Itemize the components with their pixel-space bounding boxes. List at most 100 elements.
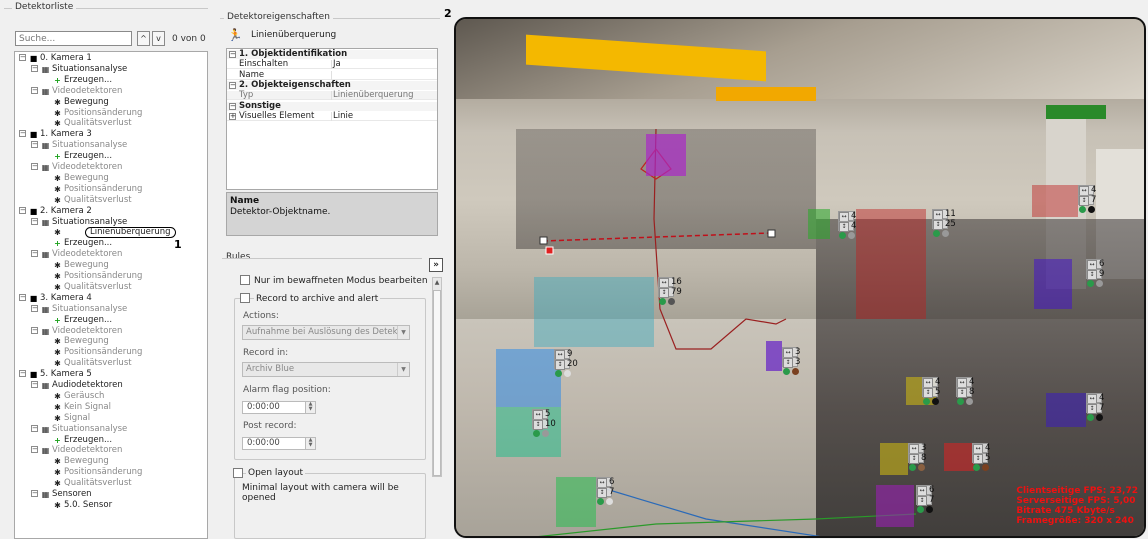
- collapse-toggle-icon[interactable]: −: [19, 370, 26, 378]
- tree-node[interactable]: − ▦ Videodetektoren: [15, 446, 205, 455]
- open-layout-checkbox[interactable]: [233, 468, 243, 478]
- tree-camera-node[interactable]: − ■ 1. Kamera 3: [15, 130, 205, 139]
- tree-node[interactable]: ✱ Kein Signal: [15, 402, 205, 412]
- alarm-flag-input[interactable]: 0:00:00 ▲ ▼: [242, 401, 316, 414]
- collapse-toggle-icon[interactable]: −: [19, 54, 26, 61]
- tree-node[interactable]: ✱ Qualitätsverlust: [15, 119, 205, 129]
- tree-node[interactable]: ✱ Bewegung: [15, 173, 205, 183]
- collapse-toggle-icon[interactable]: −: [31, 250, 38, 258]
- collapse-toggle-icon[interactable]: −: [19, 130, 26, 138]
- property-value[interactable]: Linie: [333, 111, 353, 121]
- spinner-icon[interactable]: ▲ ▼: [305, 438, 315, 449]
- camera-video-view[interactable]: ↔ 4 ↕ 7 ↔ 11 ↕ 25 ↔ 4 ↕ 4 ↔ 6 ↕ 9 ↔ 16 ↕ 79 ↔ 9 ↕ 20 ↔ 3 ↕ 3 ↔ 4 ↕ 5 ↔ 4 ↕…: [454, 17, 1146, 538]
- collapse-toggle-icon[interactable]: −: [19, 206, 26, 214]
- tree-node[interactable]: + Erzeugen...: [15, 152, 205, 162]
- tree-camera-node[interactable]: − ■ 5. Kamera 5: [15, 370, 205, 379]
- tree-node[interactable]: ✱ Positionsänderung: [15, 468, 205, 478]
- actions-select[interactable]: Aufnahme bei Auslösung des Detekt ▼: [242, 325, 410, 340]
- tree-node[interactable]: ✱ Qualitätsverlust: [15, 195, 205, 205]
- collapse-toggle-icon[interactable]: −: [31, 86, 38, 94]
- tree-node[interactable]: ✱ Positionsänderung: [15, 184, 205, 194]
- collapse-toggle-icon[interactable]: −: [31, 381, 38, 388]
- post-record-input[interactable]: 0:00:00 ▲ ▼: [242, 437, 316, 450]
- tree-node[interactable]: ✱ Positionsänderung: [15, 108, 205, 118]
- collapse-toggle-icon[interactable]: −: [31, 326, 38, 334]
- tree-node[interactable]: − ▦ Videodetektoren: [15, 86, 205, 96]
- scroll-thumb[interactable]: [433, 290, 441, 476]
- line-direction-marker[interactable]: [545, 246, 554, 255]
- line-handle[interactable]: [539, 236, 548, 245]
- next-result-button[interactable]: v: [152, 31, 165, 46]
- tree-node-label: Situationsanalyse: [52, 140, 128, 151]
- property-row[interactable]: Name: [227, 70, 437, 80]
- property-value[interactable]: Ja: [333, 60, 341, 69]
- tree-node[interactable]: − ▦ Situationsanalyse: [15, 217, 205, 227]
- tree-node[interactable]: ✱ Qualitätsverlust: [15, 359, 205, 369]
- collapse-toggle-icon[interactable]: −: [31, 64, 38, 72]
- tree-node[interactable]: ✱ Positionsänderung: [15, 272, 205, 282]
- tree-node[interactable]: + Erzeugen...: [15, 435, 205, 445]
- scroll-up-icon[interactable]: ▲: [433, 278, 441, 288]
- spinner-icon[interactable]: ▲ ▼: [305, 402, 315, 413]
- tree-node[interactable]: ✱ Positionsänderung: [15, 348, 205, 358]
- armed-mode-checkbox[interactable]: [240, 275, 250, 285]
- object-box: [1032, 185, 1078, 217]
- tree-camera-node[interactable]: − ■ 2. Kamera 2: [15, 206, 205, 216]
- property-grid[interactable]: −1. Objektidentifikation Einschalten Ja Nam…: [226, 48, 438, 190]
- prev-result-button[interactable]: ^: [137, 31, 150, 46]
- tree-node[interactable]: ✱ Geräusch: [15, 391, 205, 401]
- tree-node[interactable]: − ▦ Situationsanalyse: [15, 141, 205, 150]
- property-category[interactable]: − Sonstige: [227, 101, 437, 111]
- tree-node[interactable]: ✱ Bewegung: [15, 261, 205, 271]
- collapse-toggle-icon[interactable]: −: [229, 81, 236, 89]
- collapse-toggle-icon[interactable]: −: [19, 293, 26, 301]
- tree-node[interactable]: − ▦ Situationsanalyse: [15, 64, 205, 74]
- object-tag: ↔ 4 ↕ 7: [1086, 393, 1104, 423]
- collapse-toggle-icon[interactable]: −: [31, 163, 38, 170]
- tree-node[interactable]: ✱ Bewegung: [15, 337, 205, 347]
- tree-node[interactable]: − ▦ Audiodetektoren: [15, 381, 205, 390]
- property-category[interactable]: −1. Objektidentifikation: [227, 50, 437, 59]
- property-row[interactable]: Einschalten Ja: [227, 60, 437, 70]
- tree-node[interactable]: − ▦ Situationsanalyse: [15, 304, 205, 314]
- tree-node-selected[interactable]: ✱ Linienüberquerung: [15, 227, 205, 239]
- tree-node[interactable]: + Erzeugen...: [15, 75, 205, 85]
- rules-scrollbar[interactable]: ▲: [432, 277, 442, 477]
- collapse-toggle-icon[interactable]: −: [31, 304, 38, 312]
- collapse-toggle-icon[interactable]: −: [31, 141, 38, 149]
- tree-node[interactable]: ✱ Qualitätsverlust: [15, 282, 205, 292]
- tree-node[interactable]: − ▦ Videodetektoren: [15, 250, 205, 259]
- collapse-toggle-icon[interactable]: −: [31, 217, 38, 225]
- tree-node[interactable]: ✱ 5.0. Sensor: [15, 500, 205, 510]
- collapse-toggle-icon[interactable]: −: [31, 424, 38, 432]
- tree-node[interactable]: ✱ Bewegung: [15, 97, 205, 107]
- search-input[interactable]: [15, 31, 132, 46]
- collapse-toggle-icon[interactable]: −: [31, 446, 38, 454]
- property-row[interactable]: Typ Linienüberquerung: [227, 91, 437, 101]
- record-in-select[interactable]: Archiv Blue ▼: [242, 362, 410, 377]
- expand-button[interactable]: »: [429, 258, 443, 272]
- tree-node[interactable]: ✱ Qualitätsverlust: [15, 479, 205, 489]
- tree-node[interactable]: + Erzeugen...: [15, 315, 205, 325]
- property-value[interactable]: Linienüberquerung: [333, 91, 414, 100]
- property-category[interactable]: −2. Objekteigenschaften: [227, 80, 437, 90]
- detector-tree[interactable]: − ■ 0. Kamera 1− ▦ Situationsanalyse + Erzeuge…: [14, 51, 208, 539]
- record-archive-checkbox[interactable]: [240, 293, 250, 303]
- tree-node[interactable]: − ▦ Videodetektoren: [15, 163, 205, 172]
- expand-toggle-icon[interactable]: +: [229, 112, 236, 120]
- property-row[interactable]: + Visuelles Element Linie: [227, 111, 437, 121]
- tree-camera-node[interactable]: − ■ 0. Kamera 1: [15, 54, 205, 63]
- tree-node[interactable]: ✱ Bewegung: [15, 457, 205, 467]
- tree-camera-node[interactable]: − ■ 3. Kamera 4: [15, 293, 205, 303]
- tree-node[interactable]: − ▦ Sensoren: [15, 490, 205, 499]
- collapse-toggle-icon[interactable]: −: [229, 51, 236, 58]
- object-height: 7: [929, 495, 935, 505]
- tree-node[interactable]: − ▦ Situationsanalyse: [15, 424, 205, 434]
- camera-icon: ■: [29, 293, 38, 303]
- alarm-flag-label: Alarm flag position:: [243, 385, 331, 395]
- tree-node[interactable]: ✱ Signal: [15, 413, 205, 423]
- tree-node[interactable]: − ▦ Videodetektoren: [15, 326, 205, 336]
- collapse-toggle-icon[interactable]: −: [31, 490, 38, 497]
- collapse-toggle-icon[interactable]: −: [229, 102, 236, 110]
- line-handle[interactable]: [767, 229, 776, 238]
